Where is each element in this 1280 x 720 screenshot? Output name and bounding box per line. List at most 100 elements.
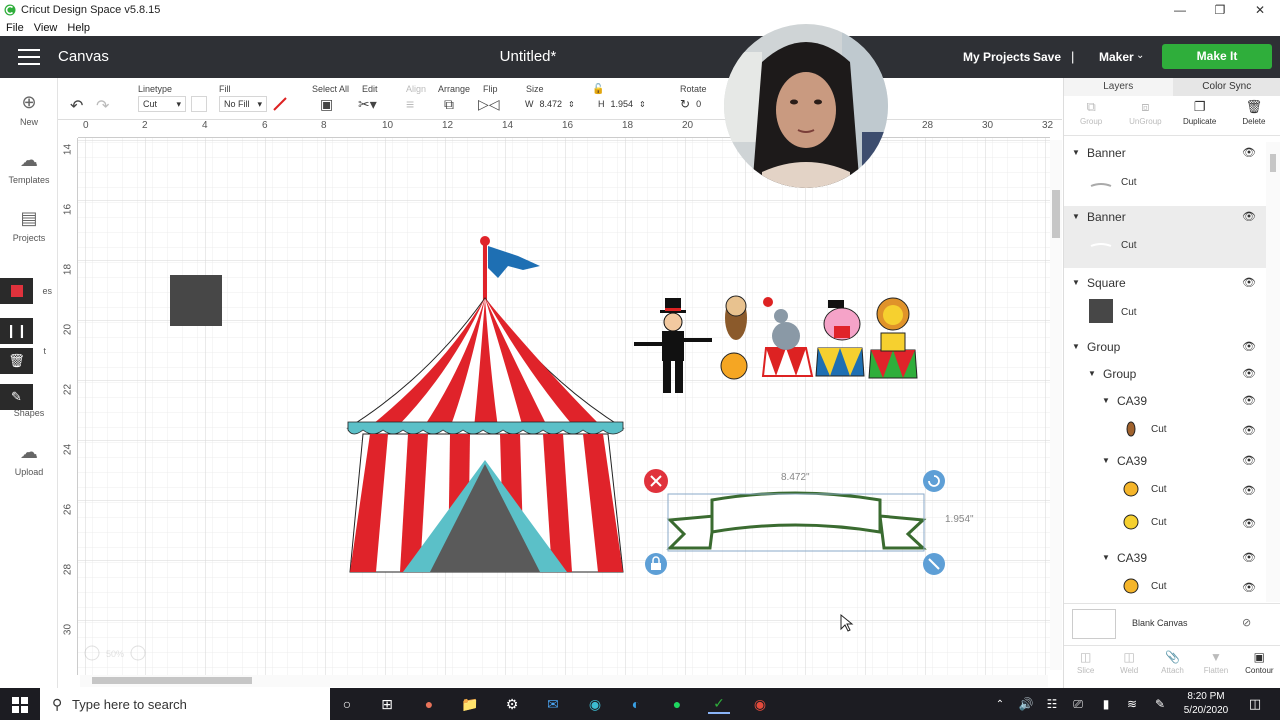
battery-icon[interactable]: ▮ <box>1095 694 1117 714</box>
layer-row[interactable]: ▼ CA39 👁 Cut 👁 Cut 👁 <box>1064 452 1268 540</box>
record-stop-icon[interactable] <box>0 278 33 304</box>
mail-icon[interactable]: ✉ <box>542 694 564 714</box>
eye-icon[interactable]: 👁 <box>1242 454 1256 467</box>
lock-icon[interactable]: 🔓 <box>592 84 604 95</box>
sidebar-item-templates[interactable]: ☁ Templates <box>0 150 58 185</box>
caret-down-icon[interactable]: ▼ <box>1102 396 1110 405</box>
caret-down-icon[interactable]: ▼ <box>1072 148 1080 157</box>
chrome-icon[interactable]: ◉ <box>749 694 771 714</box>
stepper-icon[interactable]: ⇕ <box>639 100 646 109</box>
layer-row[interactable]: ▼ Square 👁 Cut <box>1064 274 1268 334</box>
minimize-button[interactable]: — <box>1160 0 1200 20</box>
edit-scissors-icon[interactable]: ✂▾ <box>358 96 377 113</box>
layer-row[interactable]: ▼ Group 👁 <box>1064 338 1268 362</box>
chevron-up-icon[interactable]: ⌃ <box>989 694 1011 714</box>
caret-down-icon[interactable]: ▼ <box>1102 553 1110 562</box>
align-icon[interactable]: ≡ <box>406 96 414 112</box>
cortana-icon[interactable]: ○ <box>336 694 358 714</box>
square-shape[interactable] <box>170 275 222 326</box>
layers-scrollbar[interactable] <box>1266 142 1280 602</box>
flatten-button[interactable]: ▼ Flatten <box>1194 646 1237 687</box>
chevron-down-icon[interactable]: ⌄ <box>1136 50 1144 61</box>
eye-icon[interactable]: 👁 <box>1242 146 1256 159</box>
undo-icon[interactable]: ↶ <box>70 96 83 116</box>
resize-handle-icon[interactable] <box>923 553 945 575</box>
lock-handle-icon[interactable] <box>645 553 667 575</box>
sidebar-item-projects[interactable]: ▤ Projects <box>0 208 58 243</box>
weld-button[interactable]: ◫ Weld <box>1107 646 1150 687</box>
eye-icon[interactable]: 👁 <box>1242 551 1256 564</box>
duplicate-button[interactable]: ❐ Duplicate <box>1173 96 1227 135</box>
rotate-handle-icon[interactable] <box>923 470 945 492</box>
caret-down-icon[interactable]: ▼ <box>1072 342 1080 351</box>
volume-icon[interactable]: 🔊 <box>1015 694 1037 714</box>
maximize-button[interactable]: ❐ <box>1200 0 1240 20</box>
linetype-select[interactable]: Cut ▾ <box>138 96 186 112</box>
caret-down-icon[interactable]: ▼ <box>1088 369 1096 378</box>
windows-start-icon[interactable] <box>12 697 28 713</box>
canvas-grid[interactable]: 8.472" 1.954" 50% <box>78 138 1050 675</box>
arrange-icon[interactable]: ⧉ <box>444 96 454 113</box>
contour-button[interactable]: ▣ Contour <box>1238 646 1280 687</box>
trash-icon[interactable]: 🗑 <box>0 348 33 374</box>
tab-color-sync[interactable]: Color Sync <box>1173 78 1280 96</box>
tab-layers[interactable]: Layers <box>1064 78 1173 96</box>
eye-icon[interactable]: 👁 <box>1242 424 1256 437</box>
taskbar-search[interactable]: ⚲ Type here to search <box>40 688 330 720</box>
select-all-icon[interactable]: ▣ <box>320 96 333 113</box>
caret-down-icon[interactable]: ▼ <box>1102 456 1110 465</box>
layer-row[interactable]: ▼ CA39 👁 Cut 👁 <box>1064 549 1268 605</box>
menu-help[interactable]: Help <box>67 22 90 34</box>
sidebar-item-new[interactable]: ⊕ New <box>0 92 58 127</box>
make-it-button[interactable]: Make It <box>1162 44 1272 69</box>
flip-icon[interactable]: ▷◁ <box>478 96 500 113</box>
my-projects-button[interactable]: My Projects <box>963 50 1030 64</box>
delete-button[interactable]: 🗑 Delete <box>1227 96 1280 135</box>
canvas-vertical-scrollbar[interactable] <box>1050 140 1062 670</box>
eye-icon[interactable]: 👁 <box>1242 276 1256 289</box>
sidebar-item-upload[interactable]: ☁ Upload <box>0 442 58 477</box>
blank-canvas-row[interactable]: Blank Canvas ⊘ <box>1064 603 1280 645</box>
stepper-icon[interactable]: ⇕ <box>568 100 575 109</box>
group-button[interactable]: ⧉ Group <box>1064 96 1118 135</box>
taskbar-clock[interactable]: 8:20 PM 5/20/2020 <box>1176 690 1236 718</box>
eye-hidden-icon[interactable]: ⊘ <box>1242 616 1251 629</box>
eye-icon[interactable]: 👁 <box>1242 581 1256 594</box>
caret-down-icon[interactable]: ▼ <box>1072 278 1080 287</box>
spotify-icon[interactable]: ● <box>666 694 688 714</box>
task-view-icon[interactable]: ⊞ <box>376 694 398 714</box>
file-explorer-icon[interactable]: 📁 <box>459 694 481 714</box>
ungroup-button[interactable]: ⧈ UnGroup <box>1118 96 1172 135</box>
eye-icon[interactable]: 👁 <box>1242 484 1256 497</box>
height-field[interactable]: H 1.954 ⇕ <box>598 96 654 112</box>
pen-workspace-icon[interactable]: ✎ <box>1149 694 1171 714</box>
canvas-horizontal-scrollbar[interactable] <box>80 675 1048 687</box>
machine-selector[interactable]: Maker <box>1099 50 1134 64</box>
layer-row-selected[interactable]: ▼ Banner 👁 Cut <box>1064 206 1267 268</box>
linetype-color-swatch[interactable] <box>191 96 207 112</box>
eye-icon[interactable]: 👁 <box>1242 367 1256 380</box>
rotate-field[interactable]: ↻ 0 <box>680 96 710 112</box>
attach-button[interactable]: 📎 Attach <box>1151 646 1194 687</box>
eye-icon[interactable]: 👁 <box>1242 394 1256 407</box>
wifi-icon[interactable]: ≋ <box>1121 694 1143 714</box>
delete-handle-icon[interactable] <box>644 469 668 493</box>
pause-icon[interactable]: ❙❙ <box>0 318 33 344</box>
slice-button[interactable]: ◫ Slice <box>1064 646 1107 687</box>
no-fill-swatch-icon[interactable] <box>272 96 288 112</box>
close-window-button[interactable]: ✕ <box>1240 0 1280 20</box>
layer-row[interactable]: ▼ Group 👁 <box>1064 365 1268 389</box>
eye-icon[interactable]: 👁 <box>1242 340 1256 353</box>
settings-gear-icon[interactable]: ⚙ <box>501 694 523 714</box>
eye-icon[interactable]: 👁 <box>1242 210 1256 223</box>
fill-select[interactable]: No Fill ▾ <box>219 96 267 112</box>
layer-row[interactable]: ▼ CA39 👁 Cut 👁 <box>1064 392 1268 448</box>
redo-icon[interactable]: ↷ <box>96 96 109 116</box>
caret-down-icon[interactable]: ▼ <box>1072 212 1080 221</box>
screen-recorder-icon[interactable]: ● <box>418 694 440 714</box>
eye-icon[interactable]: 👁 <box>1242 517 1256 530</box>
menu-file[interactable]: File <box>6 22 24 34</box>
pen-icon[interactable]: ✎ <box>0 384 33 410</box>
menu-view[interactable]: View <box>34 22 58 34</box>
app-icon[interactable]: ◉ <box>584 694 606 714</box>
